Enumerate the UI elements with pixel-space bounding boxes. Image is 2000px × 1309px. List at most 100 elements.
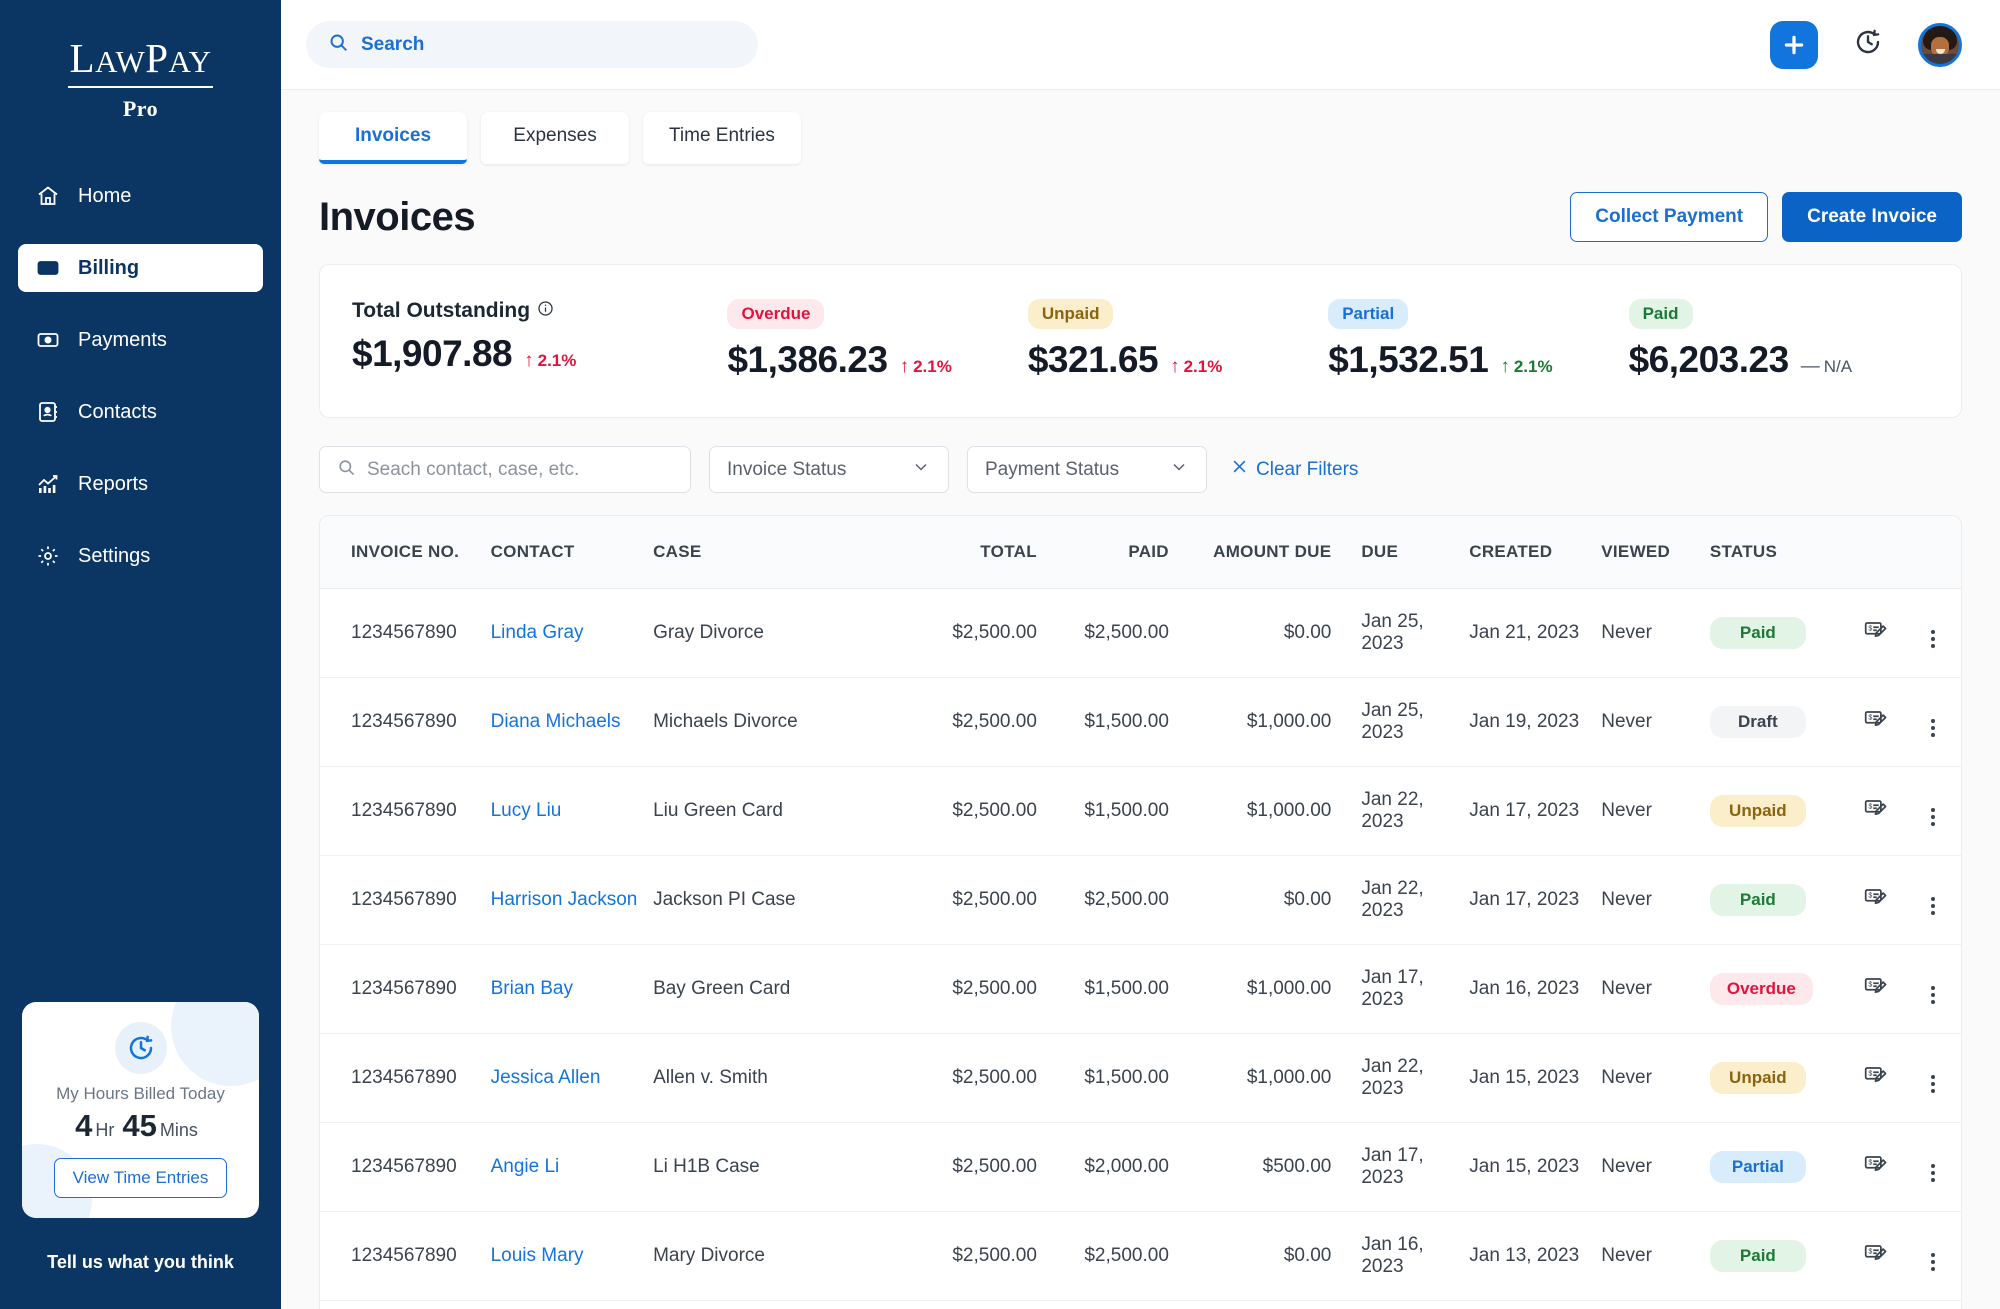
tab-invoices[interactable]: Invoices	[319, 112, 467, 164]
status-badge: Unpaid	[1709, 1062, 1806, 1094]
cell-row-menu[interactable]	[1904, 1122, 1961, 1212]
feedback-link[interactable]: Tell us what you think	[0, 1218, 281, 1309]
contact-link[interactable]: Harrison Jackson	[491, 889, 638, 910]
kebab-menu-icon[interactable]	[1930, 1075, 1935, 1093]
kebab-menu-icon[interactable]	[1930, 808, 1935, 826]
sidebar-item-reports[interactable]: Reports	[18, 460, 263, 508]
kebab-menu-icon[interactable]	[1930, 1164, 1935, 1182]
summary-total-outstanding: Total Outstanding $1,907.88 ↑ 2.1%	[352, 299, 727, 375]
column-header-paid[interactable]: PAID	[1036, 516, 1169, 589]
cell-row-menu[interactable]	[1904, 588, 1961, 678]
invoice-status-select[interactable]: Invoice Status	[709, 446, 949, 493]
contact-link[interactable]: Angie Li	[491, 1156, 560, 1177]
cell-edit-action[interactable]: $	[1847, 588, 1905, 678]
info-icon[interactable]	[537, 299, 554, 323]
svg-text:$: $	[1868, 715, 1872, 722]
svg-text:$: $	[1868, 893, 1872, 900]
column-header-due[interactable]: DUE	[1331, 516, 1458, 589]
payments-icon	[36, 328, 60, 352]
invoice-edit-icon[interactable]: $	[1863, 1062, 1889, 1088]
table-row[interactable]: 1234567890 Louis Mary Mary Divorce $2,500.0…	[320, 1211, 1961, 1301]
cell-row-menu[interactable]	[1904, 855, 1961, 945]
column-header-invoice-no[interactable]: INVOICE NO.	[320, 516, 491, 589]
table-row[interactable]: 1234567890 Angie Li Li H1B Case $2,500.00 $2…	[320, 1122, 1961, 1212]
sidebar-item-settings[interactable]: Settings	[18, 532, 263, 580]
contact-link[interactable]: Louis Mary	[491, 1245, 584, 1266]
column-header-contact[interactable]: CONTACT	[490, 516, 654, 589]
invoice-edit-icon[interactable]: $	[1863, 1240, 1889, 1266]
kebab-menu-icon[interactable]	[1930, 630, 1935, 648]
create-invoice-button[interactable]: Create Invoice	[1782, 192, 1962, 242]
sidebar-nav: Home Billing Payments Contacts Reports S…	[0, 172, 281, 604]
contact-link[interactable]: Diana Michaels	[491, 711, 621, 732]
kebab-menu-icon[interactable]	[1930, 1253, 1935, 1271]
timer-button[interactable]	[1846, 23, 1890, 67]
table-row[interactable]: 1234567890 Lucy Liu Liu Green Card $2,500.0…	[320, 766, 1961, 856]
add-button[interactable]	[1770, 20, 1818, 69]
cell-row-menu[interactable]	[1904, 677, 1961, 767]
sidebar-item-home[interactable]: Home	[18, 172, 263, 220]
hours-billed-label: My Hours Billed Today	[56, 1084, 225, 1103]
contact-link[interactable]: Linda Gray	[491, 622, 584, 643]
column-header-total[interactable]: TOTAL	[886, 516, 1037, 589]
cell-edit-action[interactable]: $	[1847, 1033, 1905, 1123]
clear-filters-button[interactable]: Clear Filters	[1231, 458, 1358, 481]
invoice-edit-icon[interactable]: $	[1863, 706, 1889, 732]
table-row[interactable]: 1234567890 Linda Gray Gray Divorce $2,500.0…	[320, 588, 1961, 678]
payment-status-select[interactable]: Payment Status	[967, 446, 1207, 493]
cell-created: Jan 17, 2023	[1457, 766, 1590, 856]
column-header-status[interactable]: STATUS	[1694, 516, 1848, 589]
invoice-edit-icon[interactable]: $	[1863, 1151, 1889, 1177]
invoice-edit-icon[interactable]: $	[1863, 617, 1889, 643]
search-input[interactable]: Seach contact, case, etc.	[319, 446, 691, 493]
svg-text:$: $	[1868, 1071, 1872, 1078]
app-logo[interactable]: LAWPAY Pro	[0, 0, 281, 152]
tab-expenses[interactable]: Expenses	[481, 112, 629, 164]
view-time-entries-button[interactable]: View Time Entries	[53, 1158, 228, 1198]
table-row[interactable]: 1234567890 Brian Bay Bay Green Card $2,500.…	[320, 944, 1961, 1034]
cell-row-menu[interactable]	[1904, 944, 1961, 1034]
cell-edit-action[interactable]: $	[1847, 855, 1905, 945]
invoice-edit-icon[interactable]: $	[1863, 884, 1889, 910]
sidebar-item-contacts[interactable]: Contacts	[18, 388, 263, 436]
invoice-edit-icon[interactable]: $	[1863, 973, 1889, 999]
cell-edit-action[interactable]: $	[1847, 1211, 1905, 1301]
column-header-viewed[interactable]: VIEWED	[1589, 516, 1695, 589]
tab-time-entries[interactable]: Time Entries	[643, 112, 801, 164]
payment-status-label: Payment Status	[985, 458, 1120, 480]
sidebar-item-payments[interactable]: Payments	[18, 316, 263, 364]
column-header-created[interactable]: CREATED	[1457, 516, 1590, 589]
cell-edit-action[interactable]: $	[1847, 1122, 1905, 1212]
status-badge: Paid	[1709, 1240, 1806, 1272]
collect-payment-button[interactable]: Collect Payment	[1570, 192, 1769, 242]
cell-row-menu[interactable]	[1904, 766, 1961, 856]
table-header-row: INVOICE NO. CONTACT CASE TOTAL PAID AMOU…	[320, 516, 1961, 589]
contact-link[interactable]: Lucy Liu	[491, 800, 562, 821]
contact-link[interactable]: Jessica Allen	[491, 1067, 601, 1088]
cell-created: Jan 15, 2023	[1457, 1033, 1590, 1123]
invoice-status-label: Invoice Status	[727, 458, 847, 480]
contact-link[interactable]: Brian Bay	[491, 978, 573, 999]
kebab-menu-icon[interactable]	[1930, 986, 1935, 1004]
cell-row-menu[interactable]	[1904, 1211, 1961, 1301]
global-search-input[interactable]: Search	[306, 21, 758, 68]
sidebar-item-billing[interactable]: Billing	[18, 244, 263, 292]
column-header-case[interactable]: CASE	[653, 516, 887, 589]
kebab-menu-icon[interactable]	[1930, 897, 1935, 915]
cell-total: $2,500.00	[886, 1211, 1037, 1301]
cell-row-menu[interactable]	[1904, 1033, 1961, 1123]
table-row[interactable]: 1234567890 Jessica Allen Allen v. Smith $2,…	[320, 1033, 1961, 1123]
kebab-menu-icon[interactable]	[1930, 719, 1935, 737]
avatar[interactable]	[1918, 22, 1962, 67]
cell-edit-action[interactable]: $	[1847, 944, 1905, 1034]
column-header-amount-due[interactable]: AMOUNT DUE	[1168, 516, 1332, 589]
status-badge: Paid	[1709, 617, 1806, 649]
total-outstanding-label: Total Outstanding	[352, 299, 727, 323]
status-badge: Partial	[1709, 1151, 1806, 1183]
cell-edit-action[interactable]: $	[1847, 766, 1905, 856]
invoice-edit-icon[interactable]: $	[1863, 795, 1889, 821]
table-row[interactable]: 1234567890 Diana Michaels Michaels Divorce…	[320, 677, 1961, 767]
cell-edit-action[interactable]: $	[1847, 677, 1905, 767]
table-row[interactable]: 1234567890 Harrison Jackson Jackson PI Cas…	[320, 855, 1961, 945]
cell-contact: Louis Mary	[490, 1211, 654, 1301]
